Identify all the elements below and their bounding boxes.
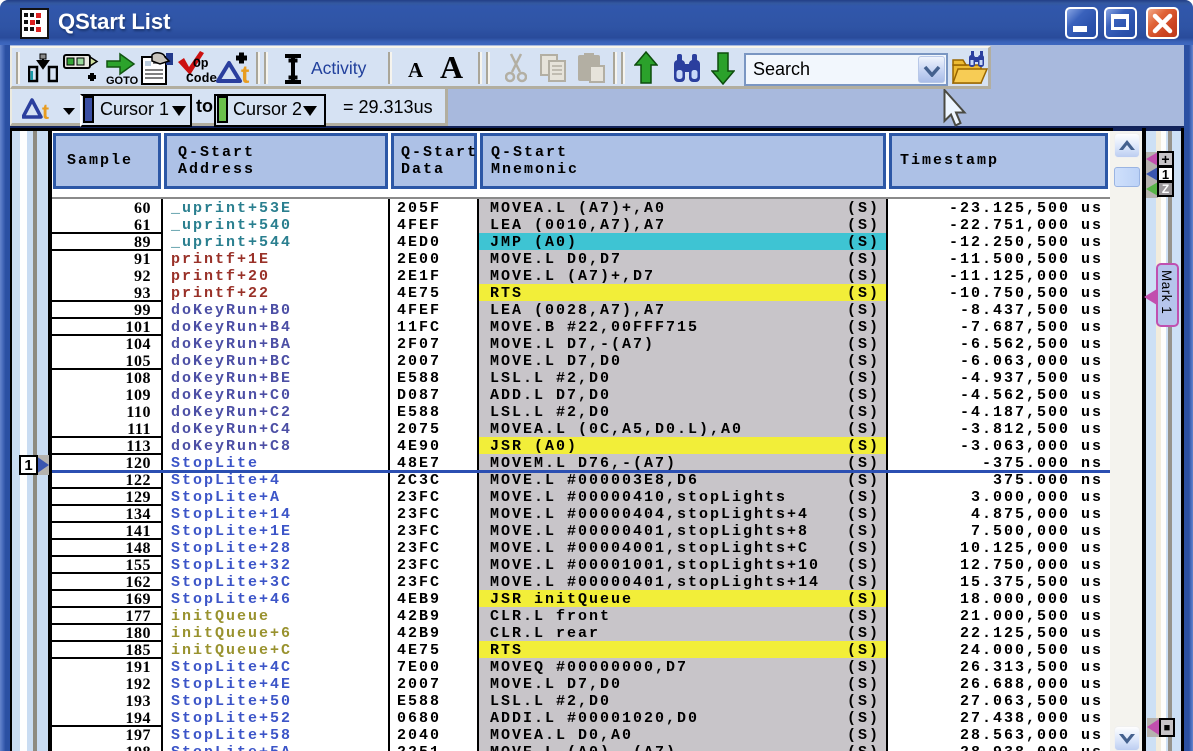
svg-text:Code: Code [186, 71, 217, 86]
svg-text:t: t [241, 61, 250, 88]
svg-text:Op: Op [193, 56, 209, 71]
svg-text:t: t [42, 101, 49, 123]
svg-text:GOTO: GOTO [106, 75, 139, 86]
